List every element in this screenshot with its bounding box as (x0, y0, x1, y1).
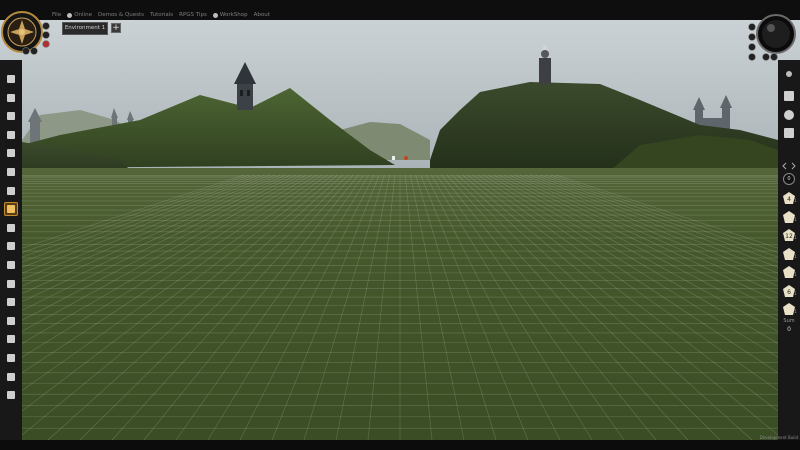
layers-icon (7, 112, 15, 121)
tool-wall-button[interactable] (4, 184, 18, 198)
ruler-icon (784, 128, 794, 138)
fence-icon (7, 168, 15, 176)
tool-cube-button[interactable] (4, 351, 18, 365)
menu-online[interactable]: Online (67, 11, 92, 20)
scene-viewport[interactable] (0, 0, 800, 450)
map-icon (7, 316, 15, 325)
tool-stairs-button[interactable] (4, 146, 18, 160)
terrain-icon (7, 130, 15, 139)
menu-file-label: File (52, 12, 62, 18)
paint-icon (7, 93, 15, 102)
d4-count: 1 (794, 199, 797, 204)
bottom-bar (0, 440, 800, 450)
menu-rpgs-tips[interactable]: RPGS Tips (179, 11, 207, 20)
main-menu: File Online Demos & Quests Tutorials RPG… (52, 11, 270, 20)
tab-environment-1[interactable]: Environment 1 (62, 22, 108, 35)
orb-side-buttons (748, 23, 756, 61)
pin-icon (786, 71, 792, 77)
menu-tutorials[interactable]: Tutorials (150, 11, 173, 20)
compass-icon (7, 298, 15, 307)
dice-sum-value: 0 (787, 326, 791, 333)
portal-icon (7, 335, 15, 344)
tool-crown-button[interactable] (4, 370, 18, 384)
menu-demos-quests[interactable]: Demos & Quests (98, 11, 144, 20)
stairs-icon (7, 149, 15, 158)
d100-count: 1 (794, 310, 797, 315)
dice-roll-count[interactable]: 0 (783, 173, 795, 185)
menu-demos-label: Demos & Quests (97, 12, 145, 18)
tool-arch-button[interactable] (4, 239, 18, 253)
d4-face-label: 4 (787, 196, 791, 203)
right-tool-buttons (784, 71, 794, 138)
tool-light-button[interactable] (4, 258, 18, 272)
menu-tips-label: RPGS Tips (179, 12, 207, 18)
tool-tower-button[interactable] (4, 202, 18, 217)
tool-portal-button[interactable] (4, 332, 18, 346)
brush-icon (7, 279, 15, 288)
3d-scene[interactable] (0, 0, 800, 450)
wall-icon (7, 186, 15, 195)
d6-count: 1 (794, 217, 797, 223)
camera-orb-icon[interactable] (755, 13, 797, 55)
cube-icon (7, 354, 15, 362)
tool-paint-button[interactable] (4, 91, 18, 105)
globe-icon (212, 13, 218, 18)
menu-tutorials-label: Tutorials (150, 12, 174, 18)
light-icon (7, 261, 15, 269)
menu-file[interactable]: File (52, 11, 61, 20)
menu-about-label: About (253, 12, 270, 18)
logo-sub-buttons (22, 47, 38, 55)
scene-marker (404, 156, 408, 160)
menu-workshop[interactable]: WorkShop (212, 11, 248, 20)
globe-icon (67, 13, 73, 18)
dice-sum-label: Sum (783, 318, 795, 324)
cursor-indicator (392, 156, 395, 160)
menu-online-label: Online (74, 12, 92, 18)
d8-face-label: 12 (785, 233, 793, 240)
build-label: Development Build (759, 435, 798, 440)
dice-nav-arrows[interactable] (782, 162, 796, 170)
d20-face-label: 6 (787, 289, 791, 296)
tool-map-button[interactable] (4, 314, 18, 328)
tool-compass-button[interactable] (4, 295, 18, 309)
d20-count: 1 (794, 291, 797, 297)
menu-workshop-label: WorkShop (219, 12, 248, 18)
add-tab-button[interactable]: + (111, 23, 121, 33)
tool-fire-button[interactable] (4, 388, 18, 402)
orb-sub-buttons (762, 53, 778, 61)
d10-count: 1 (794, 254, 797, 260)
tool-fence-button[interactable] (4, 165, 18, 179)
tool-brush-button[interactable] (4, 277, 18, 291)
arch-icon (7, 242, 15, 251)
tool-select-button[interactable] (4, 72, 18, 86)
tool-layers-button[interactable] (4, 109, 18, 123)
d12-count: 1 (794, 273, 797, 278)
tool-terrain-button[interactable] (4, 128, 18, 142)
select-icon (7, 75, 15, 83)
tower-icon (7, 205, 15, 214)
fire-icon (7, 391, 15, 400)
dice-tray-icon (784, 110, 794, 120)
d8-count: 1 (794, 236, 797, 241)
menu-about[interactable]: About (254, 11, 270, 20)
door-icon (7, 223, 15, 232)
logo-quick-buttons (42, 22, 50, 48)
tool-door-button[interactable] (4, 221, 18, 235)
crown-icon (7, 372, 15, 381)
pencil-icon (784, 91, 794, 101)
